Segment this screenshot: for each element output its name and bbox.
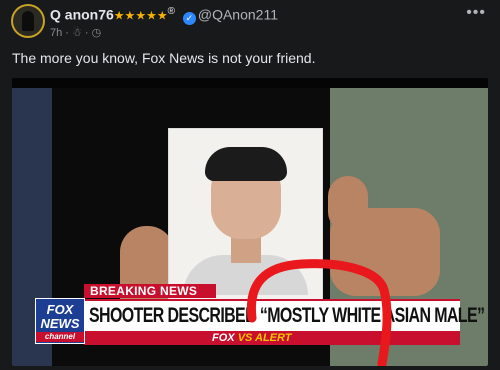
author-name[interactable]: Q anon76 — [50, 7, 114, 23]
red-scribble-annotation — [246, 259, 392, 366]
scribble-stroke — [246, 259, 392, 366]
registered-mark: ® — [167, 6, 175, 17]
avatar[interactable] — [13, 6, 43, 36]
post-meta[interactable]: 7h · ☃ · ◷ — [50, 26, 101, 39]
author-handle[interactable]: @QAnon211 — [198, 7, 278, 23]
author-line: Q anon76★★★★★® ✓ @QAnon211 — [50, 6, 278, 25]
author-stars: ★★★★★ — [113, 8, 168, 23]
post-caption: The more you know, Fox News is not your … — [12, 50, 316, 66]
avatar-figure — [22, 11, 34, 31]
verified-icon: ✓ — [182, 11, 196, 25]
post-image[interactable]: BREAKING NEWS SHOOTER DESCRIBED “MOSTLY … — [12, 78, 488, 366]
post-header: Q anon76★★★★★® ✓ @QAnon211 7h · ☃ · ◷ ••• — [0, 0, 500, 44]
more-options-button[interactable]: ••• — [466, 4, 486, 22]
